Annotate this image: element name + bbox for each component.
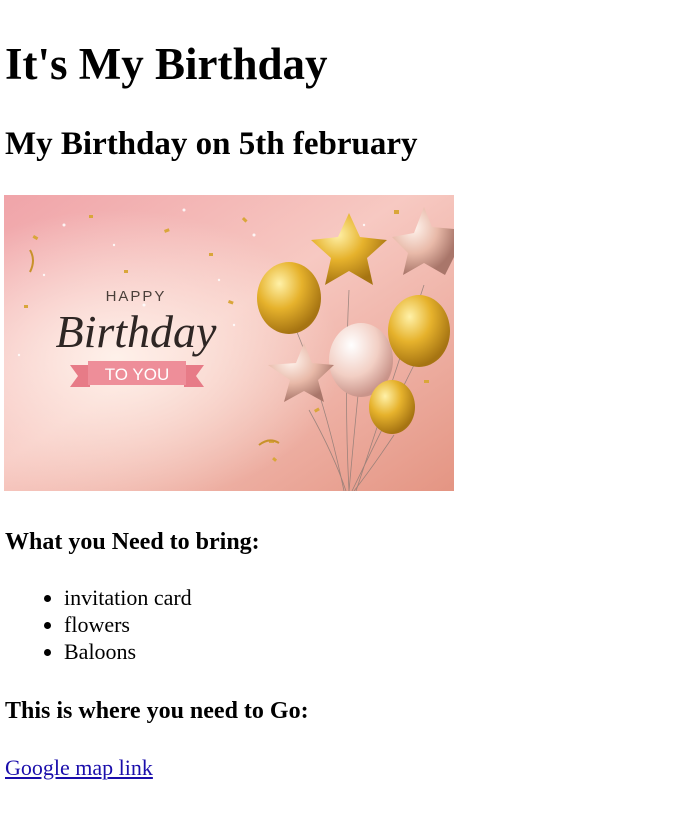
- banner-happy-text: HAPPY: [106, 288, 167, 305]
- birthday-banner-image: HAPPY Birthday TO YOU: [4, 195, 454, 491]
- google-map-link[interactable]: Google map link: [5, 754, 153, 781]
- bring-list: invitation card flowers Baloons: [0, 584, 192, 665]
- list-item: flowers: [64, 611, 192, 638]
- list-item: invitation card: [64, 584, 192, 611]
- page-title: It's My Birthday: [5, 39, 328, 89]
- location-section-title: This is where you need to Go:: [5, 698, 309, 724]
- list-item: Baloons: [64, 638, 192, 665]
- page-subtitle: My Birthday on 5th february: [5, 126, 418, 162]
- banner-to-you-text: TO YOU: [105, 365, 170, 384]
- bring-section-title: What you Need to bring:: [5, 529, 260, 555]
- banner-birthday-text: Birthday: [56, 306, 218, 357]
